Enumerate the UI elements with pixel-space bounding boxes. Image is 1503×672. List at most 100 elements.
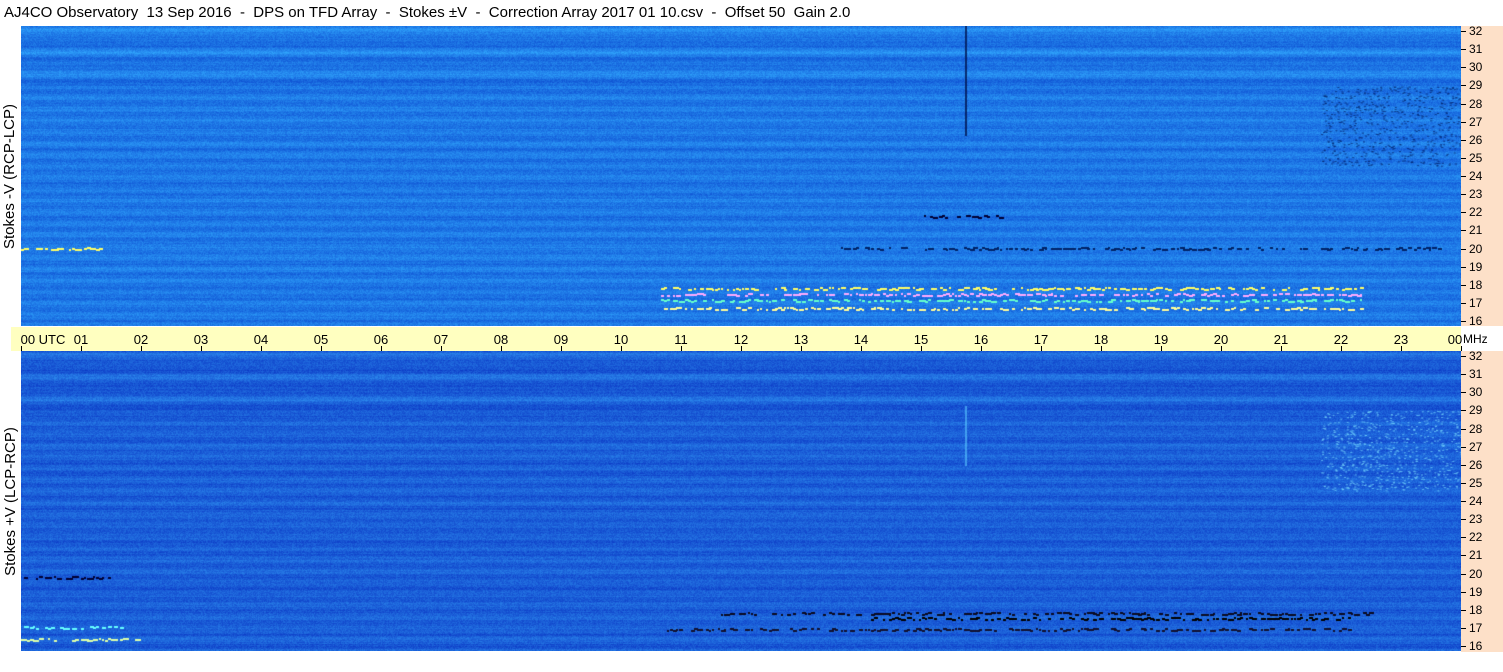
freq-axis-top-label: 28 [1469, 97, 1483, 111]
time-axis-label: 12 [733, 332, 749, 347]
time-axis-label: 02 [133, 332, 149, 347]
freq-axis-top-label: 32 [1469, 24, 1483, 38]
freq-axis-top-label: 17 [1469, 296, 1483, 310]
freq-axis-bottom-tick [1461, 374, 1466, 375]
freq-axis-bottom-tick [1461, 519, 1466, 520]
freq-axis-bottom-label: 31 [1469, 367, 1483, 381]
time-axis-label: 17 [1033, 332, 1049, 347]
freq-axis-top-label: 30 [1469, 60, 1483, 74]
freq-axis-bottom-label: 32 [1469, 349, 1483, 363]
freq-axis-bottom-label: 30 [1469, 385, 1483, 399]
freq-axis-bottom-label: 25 [1469, 476, 1483, 490]
time-axis-label: 00 UTC [20, 332, 66, 347]
time-axis-label: 04 [253, 332, 269, 347]
freq-axis-top: 32 31 30 29 28 27 26 25 24 23 22 21 20 19 18 17 16 [1461, 24, 1503, 328]
freq-axis-top-tick [1461, 176, 1466, 177]
time-axis-label: 18 [1093, 332, 1109, 347]
freq-axis-bottom: 32 31 30 29 28 27 26 25 24 23 22 21 20 19 18 17 16 [1461, 349, 1503, 653]
freq-axis-top-label: 25 [1469, 151, 1483, 165]
spectrogram-bottom[interactable] [21, 351, 1461, 651]
freq-axis-bottom-label: 19 [1469, 585, 1483, 599]
bottom-panel-ylabel-text: Stokes +V (LCP-RCP) [1, 426, 19, 576]
freq-axis-bottom-tick [1461, 501, 1466, 502]
time-axis-label: 07 [433, 332, 449, 347]
freq-axis-bottom-tick [1461, 465, 1466, 466]
freq-axis-bottom-label: 28 [1469, 422, 1483, 436]
freq-axis-top-tick [1461, 194, 1466, 195]
freq-axis-bottom-tick [1461, 555, 1466, 556]
time-axis-label: 05 [313, 332, 329, 347]
time-axis-label: 14 [853, 332, 869, 347]
freq-axis-top-label: 24 [1469, 169, 1483, 183]
time-axis-label: 19 [1153, 332, 1169, 347]
freq-axis-top-label: 26 [1469, 133, 1483, 147]
freq-axis-bottom-label: 22 [1469, 530, 1483, 544]
freq-axis-top-label: 20 [1469, 242, 1483, 256]
spectrogram-top[interactable] [21, 26, 1461, 326]
freq-axis-bottom-label: 27 [1469, 440, 1483, 454]
freq-axis-top-label: 29 [1469, 78, 1483, 92]
freq-axis-top-label: 18 [1469, 278, 1483, 292]
freq-axis-bottom-tick [1461, 410, 1466, 411]
freq-axis-top-tick [1461, 67, 1466, 68]
freq-axis-bottom-label: 21 [1469, 548, 1483, 562]
spectrogram-top-canvas [21, 26, 1461, 326]
time-axis-label: 01 [73, 332, 89, 347]
time-axis-label: 06 [373, 332, 389, 347]
freq-axis-top-tick [1461, 230, 1466, 231]
time-axis-label: 23 [1393, 332, 1409, 347]
freq-axis-top-tick [1461, 158, 1466, 159]
time-axis-label: 09 [553, 332, 569, 347]
freq-axis-bottom-label: 18 [1469, 603, 1483, 617]
freq-axis-bottom-tick [1461, 356, 1466, 357]
time-axis-label: 15 [913, 332, 929, 347]
freq-axis-bottom-tick [1461, 574, 1466, 575]
freq-unit-label: MHz [1463, 332, 1488, 346]
freq-axis-top-tick [1461, 104, 1466, 105]
freq-axis-top-tick [1461, 85, 1466, 86]
bottom-panel-ylabel: Stokes +V (LCP-RCP) [0, 351, 20, 651]
freq-axis-top-label: 27 [1469, 115, 1483, 129]
freq-axis-top-label: 16 [1469, 314, 1483, 328]
freq-axis-top-tick [1461, 285, 1466, 286]
freq-axis-bottom-label: 23 [1469, 512, 1483, 526]
freq-axis-top-tick [1461, 122, 1466, 123]
freq-axis-top-tick [1461, 31, 1466, 32]
freq-axis-bottom-tick [1461, 483, 1466, 484]
top-panel-ylabel: Stokes -V (RCP-LCP) [0, 26, 20, 326]
time-axis-label: 22 [1333, 332, 1349, 347]
freq-axis-top-label: 21 [1469, 223, 1483, 237]
freq-axis-bottom-tick [1461, 610, 1466, 611]
freq-axis-bottom-tick [1461, 392, 1466, 393]
freq-axis-top-label: 23 [1469, 187, 1483, 201]
freq-axis-bottom-label: 16 [1469, 639, 1483, 653]
time-axis: 00 UTC 01 02 03 04 05 06 07 08 09 10 11 12 13 14 15 16 17… [11, 327, 1463, 351]
freq-axis-top-tick [1461, 267, 1466, 268]
window-title: AJ4CO Observatory 13 Sep 2016 - DPS on T… [4, 4, 851, 21]
freq-axis-top-tick [1461, 212, 1466, 213]
freq-axis-top-tick [1461, 49, 1466, 50]
time-axis-label: 20 [1213, 332, 1229, 347]
time-axis-label: 11 [674, 332, 688, 347]
time-axis-label: 00 [1447, 332, 1463, 347]
time-axis-label: 21 [1273, 332, 1289, 347]
top-panel-ylabel-text: Stokes -V (RCP-LCP) [1, 103, 19, 249]
freq-axis-top-tick [1461, 321, 1466, 322]
freq-axis-bottom-label: 17 [1469, 621, 1483, 635]
freq-axis-top-label: 19 [1469, 260, 1483, 274]
time-axis-label: 10 [613, 332, 629, 347]
freq-axis-bottom-tick [1461, 628, 1466, 629]
time-axis-label: 16 [973, 332, 989, 347]
freq-axis-bottom-label: 24 [1469, 494, 1483, 508]
freq-axis-bottom-tick [1461, 646, 1466, 647]
freq-axis-bottom-tick [1461, 592, 1466, 593]
freq-axis-bottom-tick [1461, 429, 1466, 430]
freq-axis-top-tick [1461, 249, 1466, 250]
time-axis-label: 13 [793, 332, 809, 347]
freq-axis-top-tick [1461, 303, 1466, 304]
freq-axis-bottom-tick [1461, 537, 1466, 538]
time-axis-label: 03 [193, 332, 209, 347]
time-axis-label: 08 [493, 332, 509, 347]
freq-axis-bottom-tick [1461, 447, 1466, 448]
freq-axis-bottom-label: 29 [1469, 403, 1483, 417]
